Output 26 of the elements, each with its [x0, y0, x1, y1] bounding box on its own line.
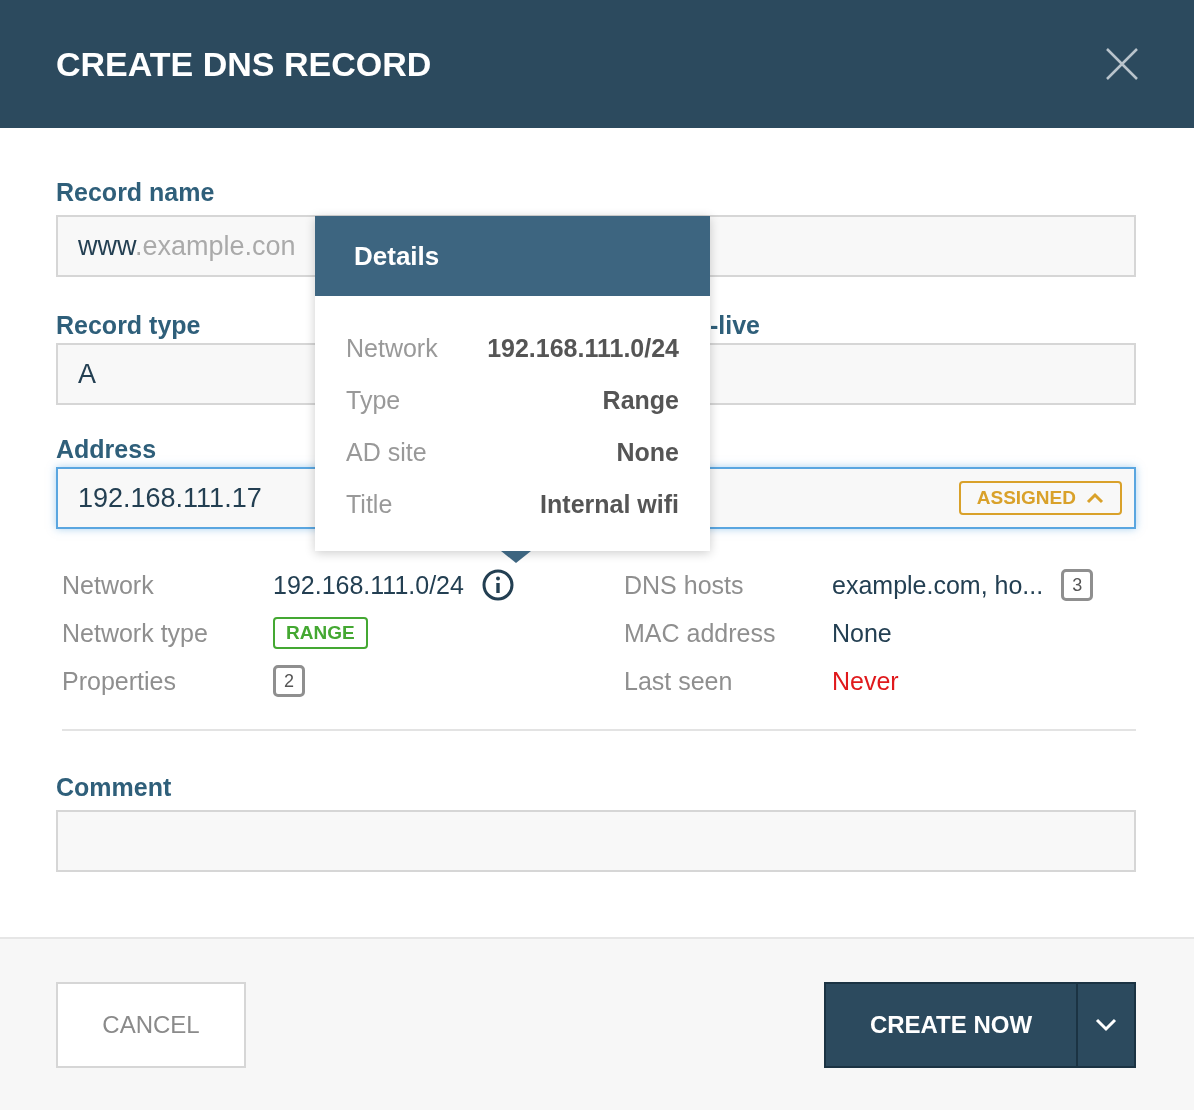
detail-label: Properties — [62, 666, 177, 696]
field-label: -live — [710, 310, 761, 341]
dialog-title: CREATE DNS RECORD — [56, 44, 432, 84]
detail-value: example.com, ho... — [832, 570, 1044, 600]
detail-label: Network type — [62, 618, 209, 648]
detail-label: DNS hosts — [624, 570, 745, 600]
popover-label: Title — [346, 489, 394, 519]
field-label: Comment — [56, 772, 172, 803]
field-label: Record type — [56, 310, 201, 341]
detail-value: None — [832, 618, 892, 648]
detail-value: 192.168.111.0/24 — [273, 570, 464, 600]
detail-label: Network — [62, 570, 155, 600]
field-label: Address — [56, 434, 157, 465]
popover-label: Network — [346, 333, 438, 363]
detail-label: MAC address — [624, 618, 777, 648]
popover-label: Type — [346, 385, 402, 415]
field-label: Record name — [56, 177, 215, 208]
popover-label: AD site — [346, 437, 428, 467]
detail-label: Last seen — [624, 666, 734, 696]
popover-value: Internal wifi — [539, 489, 679, 519]
popover-value: None — [615, 437, 679, 467]
popover-value: Range — [601, 385, 679, 415]
popover-value: 192.168.111.0/24 — [486, 333, 679, 363]
network-type-tag: RANGE — [273, 617, 368, 649]
popover-title: Details — [315, 216, 710, 296]
detail-value: Never — [832, 666, 899, 696]
